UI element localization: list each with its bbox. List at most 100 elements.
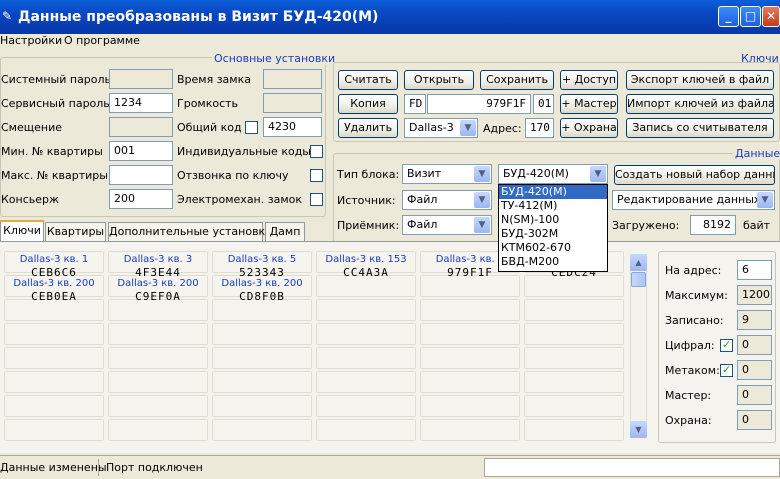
digital-checkbox[interactable] (720, 338, 733, 352)
key-cell[interactable] (108, 419, 208, 441)
max-apartment-field[interactable] (109, 165, 173, 185)
key-cell[interactable] (212, 323, 312, 345)
key-cell[interactable] (420, 419, 520, 441)
close-button[interactable]: ✕ (762, 6, 780, 27)
key-cell[interactable] (316, 419, 416, 441)
key-cell[interactable] (108, 323, 208, 345)
key-cell-title: Dallas-3 кв. 200 (13, 278, 95, 289)
address-field[interactable]: 170 (525, 118, 554, 138)
key-cell[interactable] (316, 395, 416, 417)
key-cell[interactable] (420, 323, 520, 345)
key-cell[interactable] (524, 323, 624, 345)
key-response-checkbox[interactable] (310, 169, 323, 182)
dropdown-option[interactable]: БУД-420(М) (499, 185, 607, 199)
key-cell-title: Dallas-3 кв. 5 (227, 254, 297, 265)
to-address-field[interactable]: 6 (737, 260, 772, 280)
menu-settings[interactable]: Настройки (0, 34, 62, 47)
master-count-field: 0 (737, 385, 772, 405)
lock-time-field[interactable] (263, 69, 322, 89)
common-code-checkbox[interactable] (245, 121, 258, 134)
key-cell[interactable] (420, 347, 520, 369)
dropdown-option[interactable]: ТУ-412(М) (499, 199, 607, 213)
key-code-field[interactable]: 979F1F (427, 94, 531, 114)
key-cell[interactable] (212, 347, 312, 369)
key-cell[interactable] (316, 347, 416, 369)
save-button[interactable]: Сохранить (480, 70, 554, 90)
source-combo[interactable]: Файл ▼ (402, 190, 492, 210)
digital-label: Цифрал: (665, 339, 715, 352)
scroll-up-icon[interactable]: ▲ (630, 254, 647, 271)
key-cell-title: Dallas-3 кв. 3 (123, 254, 193, 265)
minimize-button[interactable]: _ (718, 6, 739, 27)
key-cell[interactable] (212, 371, 312, 393)
tab-additional-settings[interactable]: Дополнительные установки (108, 222, 272, 241)
key-cell[interactable] (212, 419, 312, 441)
tab-apartments[interactable]: Квартиры (45, 222, 106, 241)
em-lock-checkbox[interactable] (310, 193, 323, 206)
key-cell[interactable] (4, 347, 104, 369)
min-apartment-field[interactable]: 001 (109, 141, 173, 161)
block-type-combo[interactable]: Визит ▼ (402, 164, 492, 184)
scroll-down-icon[interactable]: ▼ (630, 421, 647, 438)
key-cell[interactable] (316, 323, 416, 345)
key-cell[interactable] (108, 371, 208, 393)
key-cell[interactable] (524, 395, 624, 417)
individual-codes-label: Индивидуальные коды (177, 145, 311, 158)
key-cell[interactable] (420, 299, 520, 321)
edit-mode-combo[interactable]: Редактирование данных ▼ (612, 190, 775, 210)
tab-dump[interactable]: Дамп (265, 222, 305, 241)
metakom-checkbox[interactable] (720, 363, 733, 377)
key-cell[interactable] (524, 371, 624, 393)
read-button[interactable]: Считать (338, 70, 398, 90)
key-cell[interactable] (4, 395, 104, 417)
key-cell[interactable] (524, 299, 624, 321)
key-cell[interactable] (212, 395, 312, 417)
key-cell[interactable] (524, 419, 624, 441)
key-cell[interactable] (4, 419, 104, 441)
key-type-combo[interactable]: Dallas-3 ▼ (404, 118, 478, 138)
key-cell[interactable] (316, 299, 416, 321)
guard-button[interactable]: + Охрана (560, 118, 618, 138)
dropdown-option[interactable]: БВД-М200 (499, 255, 607, 269)
key-cell[interactable] (420, 371, 520, 393)
create-new-set-button[interactable]: Создать новый набор данных (614, 165, 775, 185)
access-button[interactable]: + Доступ (560, 70, 618, 90)
key-cell[interactable] (524, 347, 624, 369)
dropdown-option[interactable]: БУД-302М (499, 227, 607, 241)
maximize-button[interactable]: □ (740, 6, 761, 27)
dropdown-option[interactable]: N(SM)-100 (499, 213, 607, 227)
offset-field[interactable] (109, 117, 173, 137)
model-combo[interactable]: БУД-420(М) ▼ (498, 164, 608, 184)
system-password-field[interactable] (109, 69, 173, 89)
concierge-field[interactable]: 200 (109, 189, 173, 209)
open-button[interactable]: Открыть (404, 70, 474, 90)
to-address-label: На адрес: (665, 264, 722, 277)
master-button[interactable]: + Мастер (560, 94, 618, 114)
service-password-field[interactable]: 1234 (109, 93, 173, 113)
scrollbar-thumb[interactable] (631, 272, 646, 287)
individual-codes-checkbox[interactable] (310, 145, 323, 158)
reader-write-button[interactable]: Запись со считывателя (626, 118, 774, 138)
source-label: Источник: (337, 194, 396, 207)
delete-button[interactable]: Удалить (338, 118, 398, 138)
key-cell[interactable] (108, 347, 208, 369)
key-cell[interactable] (420, 395, 520, 417)
receiver-combo[interactable]: Файл ▼ (402, 215, 492, 235)
export-keys-button[interactable]: Экспорт ключей в файл (626, 70, 774, 90)
key-cell[interactable] (4, 323, 104, 345)
volume-field[interactable] (263, 93, 322, 113)
tab-keys[interactable]: Ключи (0, 220, 44, 242)
copy-button[interactable]: Копия (338, 94, 398, 114)
common-code-field[interactable]: 4230 (263, 117, 322, 137)
key-suffix-field[interactable]: 01 (533, 94, 554, 114)
service-password-label: Сервисный пароль (1, 97, 110, 110)
dropdown-option[interactable]: КТМ602-670 (499, 241, 607, 255)
menu-about[interactable]: О программе (64, 34, 140, 47)
key-prefix-field[interactable]: FD (404, 94, 426, 114)
chevron-down-icon: ▼ (757, 192, 773, 208)
key-cell[interactable] (4, 371, 104, 393)
import-keys-button[interactable]: Импорт ключей из файла (626, 94, 774, 114)
key-cell[interactable] (316, 371, 416, 393)
key-cell[interactable] (108, 395, 208, 417)
status-changed: Данные изменены (0, 461, 107, 474)
